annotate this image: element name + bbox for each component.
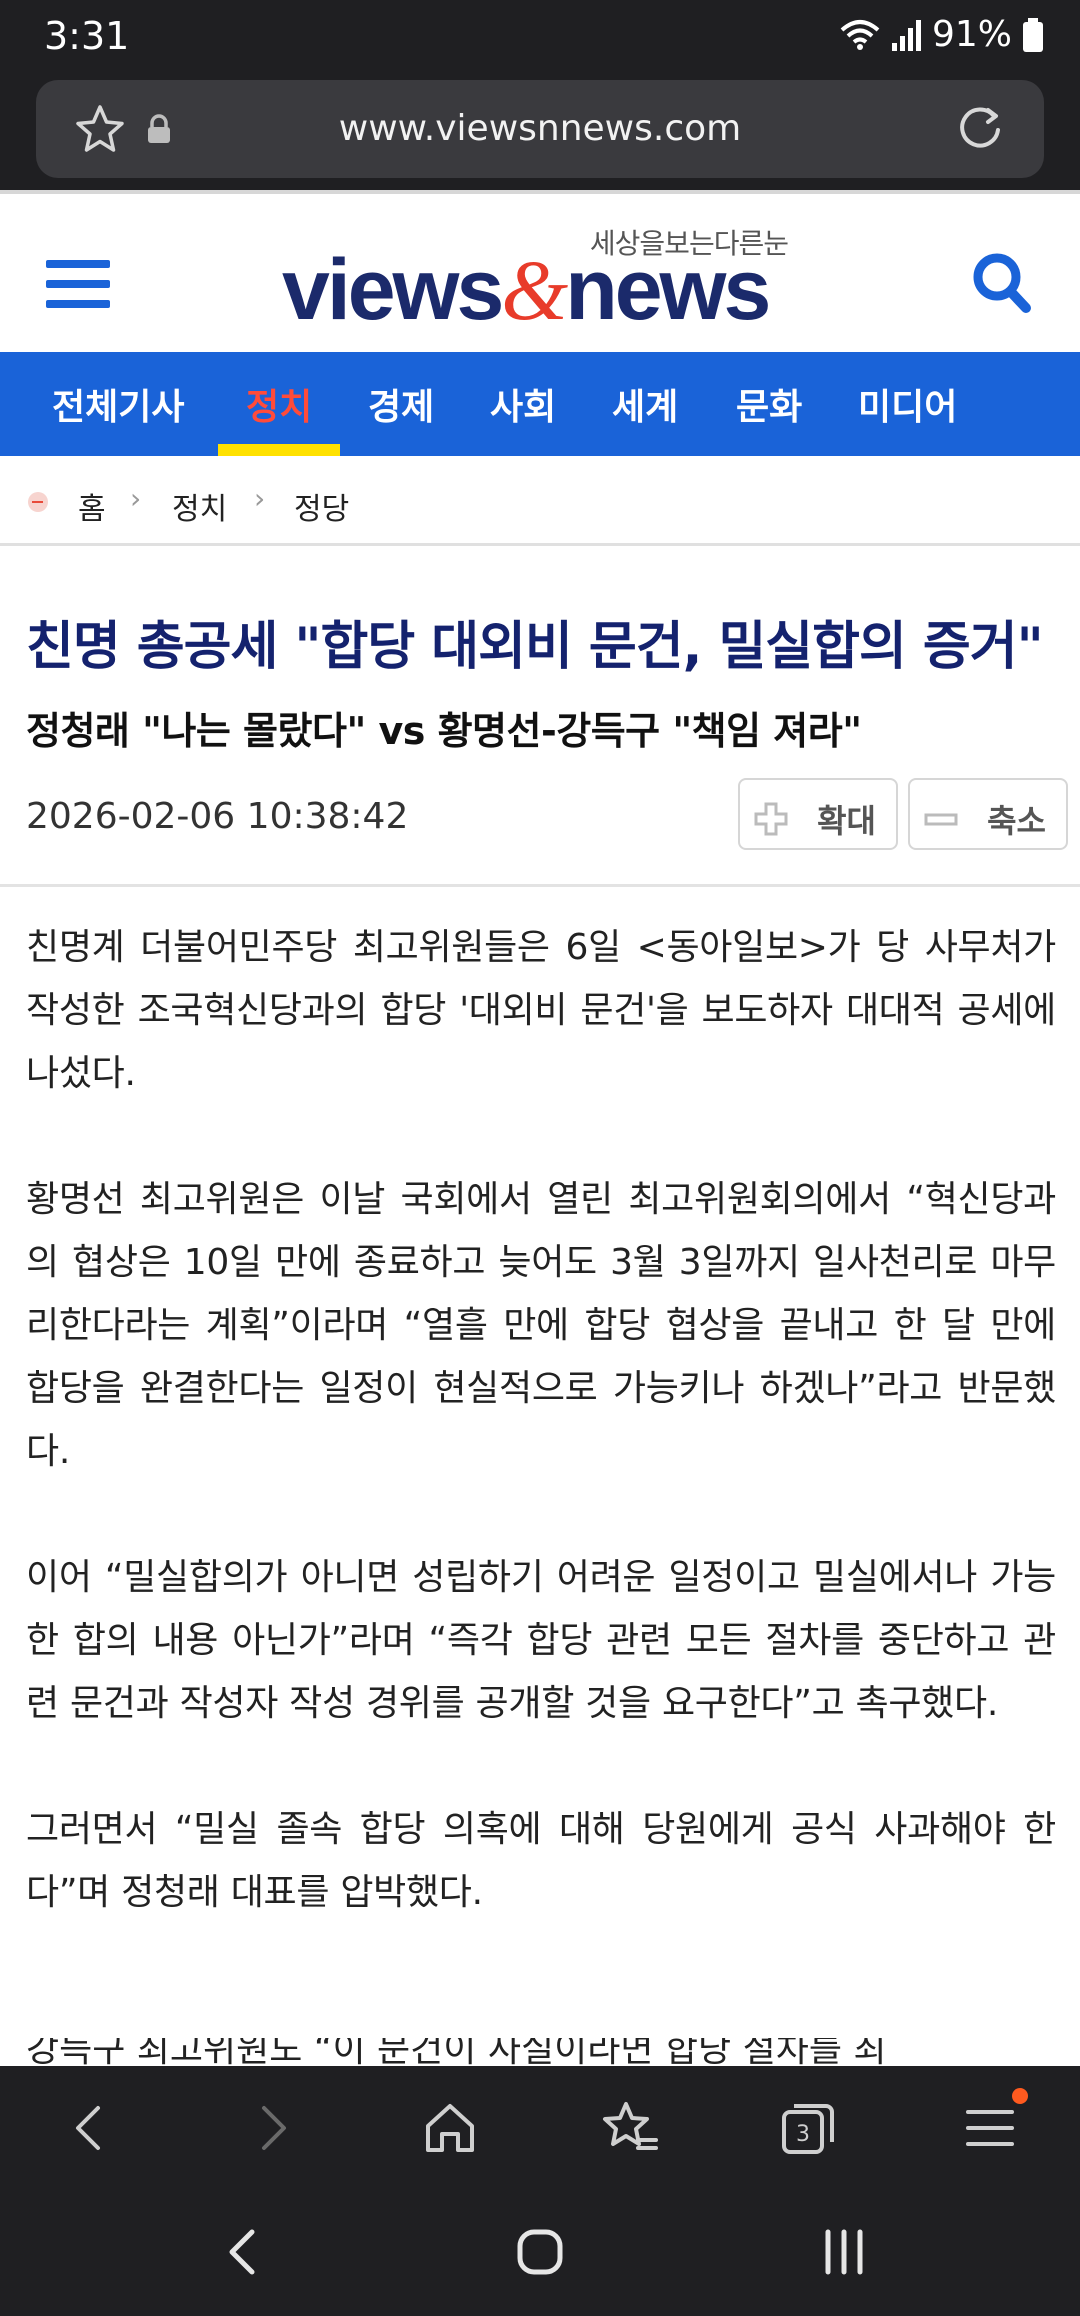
browser-address-bar: www.viewsnnews.com — [0, 78, 1080, 192]
status-time: 3:31 — [44, 14, 130, 58]
font-enlarge-label: 확대 — [817, 802, 876, 840]
bookmarks-icon[interactable] — [598, 2096, 662, 2160]
article-paragraph: 이어 “밀실합의가 아니면 성립하기 어려운 일정이고 밀실에서나 가능한 합의… — [26, 1557, 1056, 1724]
font-enlarge-button[interactable]: 확대 — [738, 778, 898, 850]
site-logo[interactable]: 세상을보는다른눈 views&news — [282, 222, 802, 338]
back-icon[interactable] — [58, 2096, 122, 2160]
battery-level: 91% — [931, 14, 1012, 55]
nav-item-society[interactable]: 사회 — [490, 378, 556, 430]
article-subheadline: 정청래 "나는 몰랐다" vs 황명선-강득구 "책임 져라" — [26, 709, 862, 753]
status-icons: 91% — [838, 14, 1044, 55]
url-text: www.viewsnnews.com — [338, 108, 742, 149]
plus-icon — [754, 802, 788, 844]
menu-hamburger-icon[interactable] — [46, 260, 110, 308]
article-paragraph: 그러면서 “밀실 졸속 합당 의혹에 대해 당원에게 공식 사과해야 한다”며 … — [26, 1809, 1056, 1913]
logo-news: news — [565, 242, 771, 338]
article-body: 친명계 더불어민주당 최고위원들은 6일 <동아일보>가 당 사무처가 작성한 … — [26, 916, 1056, 1987]
status-bar: 3:31 91% — [0, 0, 1080, 78]
system-back-icon[interactable] — [212, 2220, 276, 2288]
breadcrumb-home[interactable]: 홈 — [78, 484, 106, 528]
site-header: 세상을보는다른눈 views&news — [0, 194, 1080, 352]
nav-item-media[interactable]: 미디어 — [858, 378, 957, 430]
system-home-icon[interactable] — [508, 2220, 572, 2288]
nav-item-politics[interactable]: 정치 — [246, 378, 312, 430]
signal-icon — [891, 19, 922, 51]
logo-ampersand: & — [501, 242, 568, 338]
article-headline: 친명 총공세 "합당 대외비 문건, 밀실합의 증거" — [26, 617, 1044, 677]
chevron-right-icon: › — [254, 482, 266, 515]
tab-count: 3 — [796, 2122, 810, 2147]
active-tab-indicator — [218, 444, 340, 456]
system-navigation-bar — [0, 2190, 1080, 2316]
minus-icon — [924, 802, 958, 844]
article-paragraph: 황명선 최고위원은 이날 국회에서 열린 최고위원회의에서 “혁신당과의 협상은… — [26, 1179, 1056, 1472]
article-paragraph-partial-text: 강득구 최고위원도 “이 문건이 사실이라면 합당 절차를 최 — [26, 2038, 887, 2066]
article-paragraph-partial: 강득구 최고위원도 “이 문건이 사실이라면 합당 절차를 최 — [26, 2038, 1056, 2066]
nav-item-culture[interactable]: 문화 — [736, 378, 802, 430]
url-field[interactable]: www.viewsnnews.com — [36, 80, 1044, 178]
chevron-right-icon: › — [130, 482, 142, 515]
breadcrumb: 홈 › 정치 › 정당 — [0, 456, 1080, 546]
font-shrink-button[interactable]: 축소 — [908, 778, 1068, 850]
article-divider — [0, 884, 1080, 887]
browser-toolbar: 3 — [0, 2066, 1080, 2190]
article-paragraph: 친명계 더불어민주당 최고위원들은 6일 <동아일보>가 당 사무처가 작성한 … — [26, 927, 1056, 1094]
breadcrumb-party[interactable]: 정당 — [294, 484, 349, 528]
tabs-icon[interactable]: 3 — [776, 2096, 840, 2160]
breadcrumb-arrow-icon — [28, 492, 48, 512]
nav-item-world[interactable]: 세계 — [612, 378, 678, 430]
nav-item-economy[interactable]: 경제 — [368, 378, 434, 430]
search-icon[interactable] — [970, 250, 1034, 320]
notification-dot — [1012, 2088, 1028, 2104]
wifi-icon — [838, 18, 882, 52]
breadcrumb-politics[interactable]: 정치 — [172, 484, 227, 528]
logo-views: views — [282, 242, 504, 338]
article-datetime: 2026-02-06 10:38:42 — [26, 796, 409, 837]
menu-icon[interactable] — [958, 2096, 1022, 2160]
reload-icon[interactable] — [954, 102, 1006, 158]
logo-wordmark: views&news — [282, 240, 771, 340]
system-recents-icon[interactable] — [812, 2220, 876, 2288]
category-nav: 전체기사 정치 경제 사회 세계 문화 미디어 — [0, 352, 1080, 456]
nav-item-all[interactable]: 전체기사 — [52, 378, 184, 430]
forward-icon[interactable] — [240, 2096, 304, 2160]
font-shrink-label: 축소 — [987, 802, 1046, 840]
home-icon[interactable] — [418, 2096, 482, 2160]
battery-icon — [1022, 17, 1044, 52]
